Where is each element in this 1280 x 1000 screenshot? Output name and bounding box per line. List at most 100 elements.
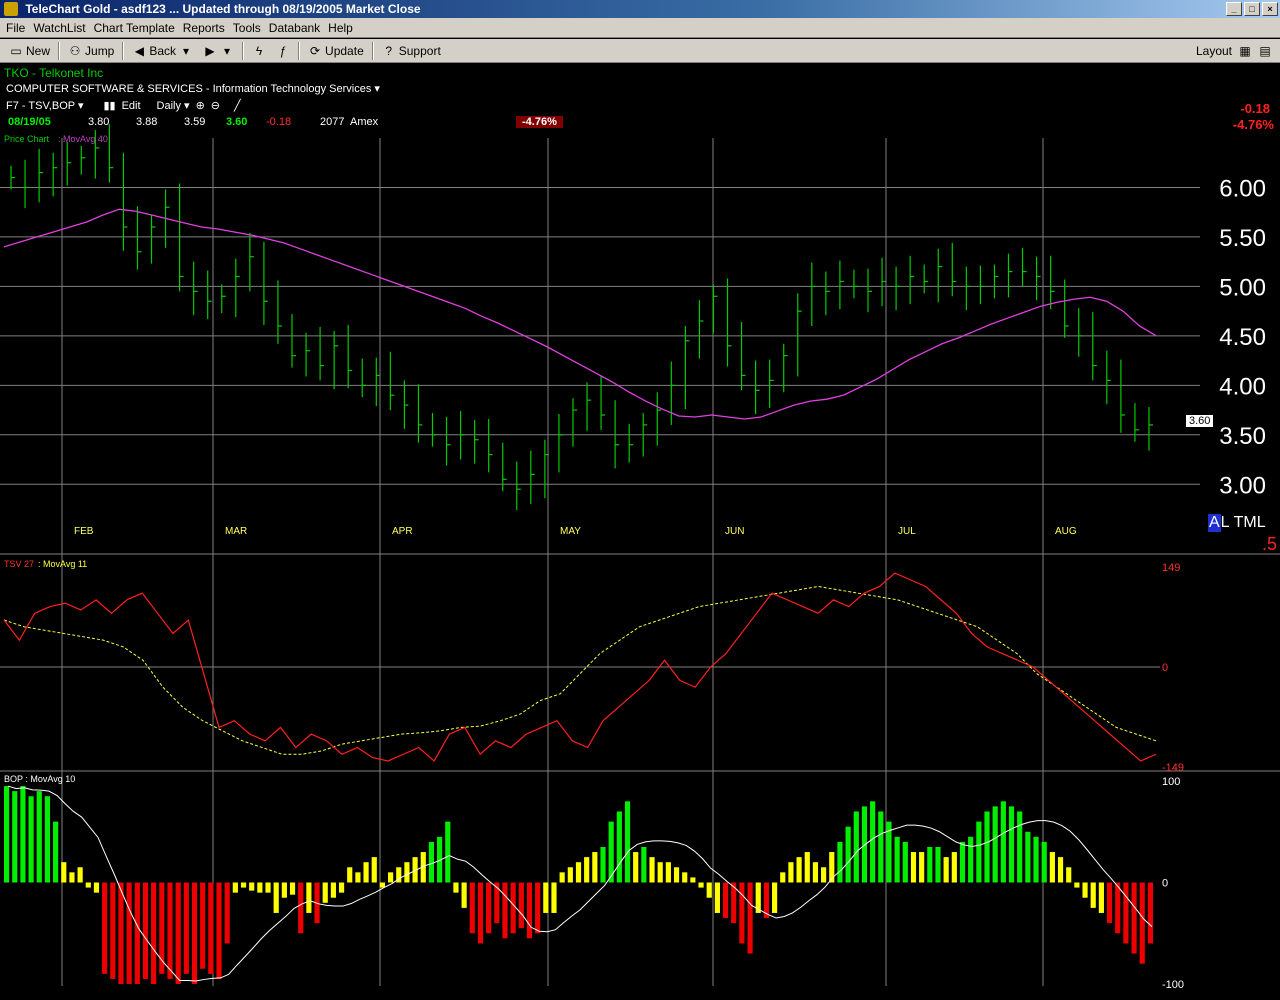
- bop-bar: [20, 786, 26, 883]
- bop-bar: [518, 882, 524, 929]
- bop-bar: [1066, 867, 1072, 883]
- update-button[interactable]: ⟳ Update: [303, 41, 369, 61]
- layout-grid-icon[interactable]: ▦: [1238, 44, 1252, 58]
- bop-bar: [28, 796, 34, 883]
- bop-bar: [543, 882, 549, 913]
- bop-bar: [69, 872, 75, 883]
- forward-dropdown-icon[interactable]: ▾: [220, 44, 234, 58]
- bop-bar: [976, 821, 982, 883]
- price-tick-label: 6.00: [1219, 175, 1266, 202]
- bop-bar: [959, 841, 966, 883]
- side-tool-t[interactable]: T: [1234, 514, 1244, 532]
- bop-bar: [845, 826, 851, 883]
- side-tool-a[interactable]: A: [1208, 514, 1221, 532]
- back-dropdown-icon[interactable]: ▾: [179, 44, 193, 58]
- bop-bar: [837, 841, 843, 883]
- bop-bar: [510, 882, 516, 934]
- bop-bar: [633, 852, 639, 883]
- bop-bar: [322, 882, 328, 903]
- last-price-tag: 3.60: [1186, 415, 1214, 427]
- bop-bar: [657, 862, 663, 883]
- bop-bar: [951, 852, 957, 883]
- bop-bar: [404, 862, 410, 883]
- menu-tools[interactable]: Tools: [229, 18, 265, 37]
- bop-bar: [927, 846, 933, 883]
- bop-bar: [232, 882, 238, 893]
- forward-button[interactable]: ▶ ▾: [198, 41, 239, 61]
- menu-help[interactable]: Help: [324, 18, 357, 37]
- bop-bar: [12, 791, 18, 883]
- update-label: Update: [325, 43, 364, 58]
- bop-bar: [535, 882, 541, 934]
- bop-bar: [1115, 882, 1121, 934]
- bop-bar: [388, 872, 394, 883]
- bop-bar: [1041, 841, 1047, 883]
- close-button[interactable]: ×: [1262, 2, 1278, 16]
- side-tool-m[interactable]: M: [1243, 514, 1256, 532]
- bop-bar: [36, 791, 42, 883]
- lightning-icon: ϟ: [255, 43, 263, 58]
- bop-tick-label: -100: [1162, 979, 1184, 991]
- bop-tick-label: 0: [1162, 878, 1168, 890]
- menu-bar: File WatchList Chart Template Reports To…: [0, 18, 1280, 38]
- bop-bar: [1106, 882, 1113, 924]
- support-button[interactable]: ? Support: [377, 41, 446, 61]
- bop-bar: [1147, 882, 1153, 944]
- minimize-button[interactable]: _: [1226, 2, 1242, 16]
- menu-watchlist[interactable]: WatchList: [29, 18, 89, 37]
- bop-bar: [829, 852, 835, 883]
- draw-tool-button[interactable]: ϟ: [247, 41, 271, 61]
- new-chart-icon: ▭: [10, 43, 22, 58]
- month-label: FEB: [74, 526, 94, 537]
- bop-bar: [453, 882, 459, 893]
- new-button[interactable]: ▭ New: [4, 41, 55, 61]
- tsv-tick-label: 149: [1162, 562, 1180, 574]
- bop-bar: [1025, 831, 1031, 883]
- bop-bar: [992, 806, 998, 883]
- layout-label[interactable]: Layout: [1196, 44, 1232, 58]
- bop-tick-label: 100: [1162, 776, 1180, 788]
- bop-bar: [265, 882, 271, 893]
- bop-bar: [93, 882, 100, 893]
- bop-bar: [53, 821, 59, 883]
- bop-bar: [379, 882, 385, 888]
- bop-bar: [445, 821, 451, 883]
- bop-bar: [1074, 882, 1080, 888]
- back-button[interactable]: ◀ Back ▾: [127, 41, 198, 61]
- month-label: JUN: [725, 526, 744, 537]
- bop-bar: [902, 841, 908, 883]
- tsv-ma-line: [3, 585, 1157, 755]
- menu-reports[interactable]: Reports: [179, 18, 229, 37]
- bop-bar: [780, 872, 786, 883]
- title-bar: TeleChart Gold - asdf123 ... Updated thr…: [0, 0, 1280, 18]
- chart-canvas[interactable]: FEB MAR APR MAY JUN JUL AUG 6.00 5.50 5.00 4.50 4.0…: [0, 64, 1280, 1000]
- bop-bar: [649, 857, 655, 883]
- bop-bar: [747, 882, 753, 954]
- bop-bar: [796, 857, 802, 883]
- formula-button[interactable]: ƒ: [271, 41, 295, 61]
- tsv-tick-label: 0: [1162, 662, 1168, 674]
- menu-databank[interactable]: Databank: [265, 18, 324, 37]
- menu-file[interactable]: File: [2, 18, 29, 37]
- price-chart-label: Price Chart: [4, 134, 50, 144]
- side-tool-l[interactable]: L: [1221, 514, 1230, 532]
- bop-bar: [878, 811, 884, 883]
- side-tool-l2[interactable]: L: [1257, 514, 1266, 532]
- bop-bar: [502, 882, 508, 939]
- tsv-ma-label: : MovAvg 11: [38, 559, 87, 569]
- bop-bar: [772, 882, 778, 913]
- jump-icon: ⚇: [69, 43, 81, 58]
- bop-bar: [919, 852, 925, 883]
- bop-bar: [575, 862, 582, 883]
- price-ma-label: : MovAvg 40: [58, 134, 108, 144]
- jump-button[interactable]: ⚇ Jump: [63, 41, 119, 61]
- menu-chart-template[interactable]: Chart Template: [90, 18, 179, 37]
- bop-bar: [690, 877, 696, 883]
- bop-bar: [469, 882, 475, 934]
- jump-label: Jump: [85, 43, 115, 58]
- maximize-button[interactable]: □: [1244, 2, 1260, 16]
- bop-bar: [273, 882, 279, 913]
- month-label: MAR: [225, 526, 247, 537]
- layout-split-icon[interactable]: ▤: [1258, 44, 1272, 58]
- support-icon: ?: [385, 43, 393, 58]
